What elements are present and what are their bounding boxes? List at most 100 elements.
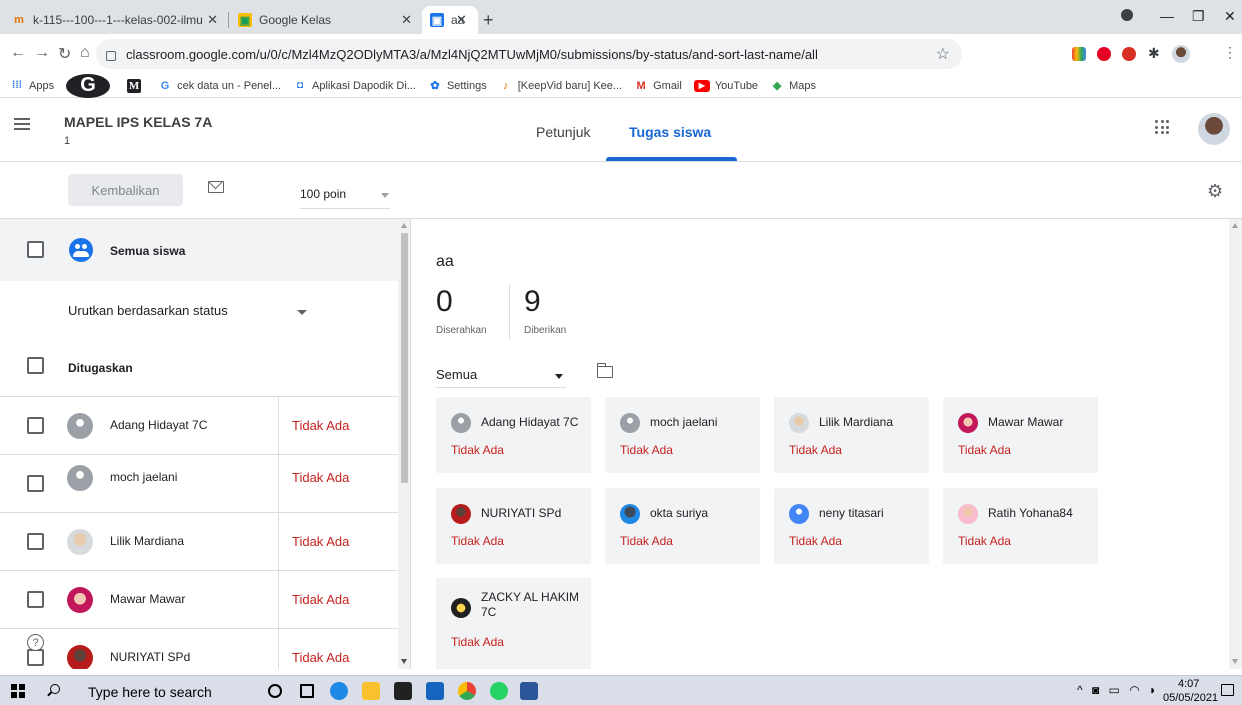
- extension-colors-icon[interactable]: [1072, 47, 1086, 61]
- class-title[interactable]: MAPEL IPS KELAS 7A: [64, 114, 212, 130]
- browser-tab-3[interactable]: ▣ aa: [422, 6, 478, 34]
- google-apps-icon[interactable]: [1155, 120, 1169, 134]
- extensions-puzzle-icon[interactable]: ✱: [1148, 45, 1162, 61]
- select-assigned-checkbox[interactable]: [27, 357, 44, 374]
- student-row[interactable]: moch jaelani Tidak Ada: [0, 454, 398, 513]
- forward-icon[interactable]: →: [34, 44, 50, 62]
- classroom-header: MAPEL IPS KELAS 7A 1 Petunjuk Tugas sisw…: [0, 98, 1242, 162]
- chrome-icon[interactable]: [458, 682, 476, 700]
- bookmark-gmail[interactable]: M Gmail: [634, 79, 682, 93]
- bookmark-settings[interactable]: ✿ Settings: [428, 79, 486, 93]
- student-card[interactable]: okta suriya Tidak Ada: [605, 488, 760, 564]
- student-row[interactable]: Lilik Mardiana Tidak Ada: [0, 512, 398, 571]
- student-checkbox[interactable]: [27, 591, 44, 608]
- student-card[interactable]: ZACKY AL HAKIM 7C Tidak Ada: [436, 578, 591, 669]
- chevron-down-icon[interactable]: [381, 193, 389, 198]
- tab-title: k-115---100---1---kelas-002-ilmu: [33, 13, 203, 27]
- address-bar[interactable]: classroom.google.com/u/0/c/Mzl4MzQ2ODlyM…: [96, 39, 962, 69]
- overview-scrollbar[interactable]: [1229, 219, 1242, 669]
- profile-dot-icon[interactable]: [1121, 9, 1133, 21]
- student-checkbox[interactable]: [27, 417, 44, 434]
- task-view-icon[interactable]: [300, 684, 314, 698]
- browser-tab-1[interactable]: m k-115---100---1---kelas-002-ilmu ✕: [4, 6, 226, 34]
- close-tab-icon[interactable]: ✕: [207, 12, 218, 28]
- bookmark-keepvid[interactable]: ♪ [KeepVid baru] Kee...: [499, 79, 622, 93]
- new-tab-button[interactable]: +: [483, 10, 494, 31]
- notification-icon[interactable]: [1221, 684, 1234, 696]
- edge-icon[interactable]: [330, 682, 348, 700]
- close-tab-icon[interactable]: ✕: [401, 12, 412, 28]
- bookmark-star-icon[interactable]: ☆: [936, 44, 950, 64]
- filter-select[interactable]: Semua: [436, 367, 477, 382]
- extension-red-icon[interactable]: [1122, 47, 1136, 61]
- points-select[interactable]: 100 poin: [300, 187, 346, 201]
- class-section: 1: [64, 135, 71, 147]
- student-avatar: [67, 529, 93, 555]
- student-row[interactable]: Adang Hidayat 7C Tidak Ada: [0, 396, 398, 455]
- whatsapp-icon[interactable]: [490, 682, 508, 700]
- scroll-up-icon[interactable]: [401, 223, 407, 228]
- scroll-down-icon[interactable]: [401, 659, 407, 664]
- cortana-icon[interactable]: [268, 684, 282, 698]
- select-all-checkbox[interactable]: [27, 241, 44, 258]
- student-card[interactable]: moch jaelani Tidak Ada: [605, 397, 760, 473]
- scroll-up-icon[interactable]: [1232, 223, 1238, 228]
- account-avatar[interactable]: [1198, 113, 1230, 145]
- bookmark-cek-data[interactable]: G cek data un - Penel...: [158, 79, 281, 93]
- store-icon[interactable]: [394, 682, 412, 700]
- student-card[interactable]: Lilik Mardiana Tidak Ada: [774, 397, 929, 473]
- bookmark-youtube[interactable]: ▶ YouTube: [693, 79, 758, 92]
- student-checkbox[interactable]: [27, 533, 44, 550]
- google-icon: G: [160, 79, 170, 92]
- return-button[interactable]: Kembalikan: [68, 174, 183, 206]
- help-icon[interactable]: ?: [27, 634, 44, 651]
- scroll-thumb[interactable]: [401, 233, 408, 483]
- chevron-down-icon[interactable]: [297, 310, 307, 315]
- email-icon[interactable]: [208, 181, 224, 193]
- restore-icon[interactable]: ❐: [1192, 8, 1205, 25]
- back-icon[interactable]: ←: [10, 44, 26, 62]
- chevron-down-icon[interactable]: [555, 374, 563, 379]
- word-icon[interactable]: [520, 682, 538, 700]
- bookmark-apps[interactable]: ⁞⁞⁞ Apps: [10, 79, 54, 93]
- clock-time[interactable]: 4:07: [1178, 678, 1199, 690]
- browser-tab-2[interactable]: ▣ Google Kelas ✕: [230, 6, 420, 34]
- taskbar-search[interactable]: Type here to search: [40, 676, 240, 705]
- student-list-scrollbar[interactable]: [398, 219, 410, 669]
- sort-select[interactable]: Urutkan berdasarkan status: [68, 303, 228, 318]
- scroll-down-icon[interactable]: [1232, 659, 1238, 664]
- minimize-icon[interactable]: —: [1160, 8, 1174, 24]
- bookmark-dapodik[interactable]: ◘ Aplikasi Dapodik Di...: [293, 79, 416, 93]
- system-tray-icons[interactable]: ^ ◙ ▭ ◠ ◗: [1077, 683, 1159, 697]
- folder-icon[interactable]: [596, 363, 613, 378]
- student-card[interactable]: neny titasari Tidak Ada: [774, 488, 929, 564]
- chrome-menu-icon[interactable]: ⋮: [1223, 44, 1237, 61]
- mail-app-icon[interactable]: [426, 682, 444, 700]
- student-checkbox[interactable]: [27, 475, 44, 492]
- student-card[interactable]: Mawar Mawar Tidak Ada: [943, 397, 1098, 473]
- home-icon[interactable]: ⌂: [80, 44, 90, 62]
- pinterest-icon[interactable]: [1097, 47, 1111, 61]
- clock-date[interactable]: 05/05/2021: [1163, 692, 1218, 704]
- bookmark-maps[interactable]: ◆ Maps: [770, 79, 816, 93]
- bookmark-m[interactable]: M: [127, 78, 146, 93]
- tab-tugas-siswa[interactable]: Tugas siswa: [629, 124, 711, 140]
- close-tab-icon[interactable]: ✕: [456, 12, 467, 28]
- all-students-row[interactable]: Semua siswa: [0, 219, 398, 281]
- windows-start-icon[interactable]: [11, 684, 25, 698]
- student-card[interactable]: NURIYATI SPd Tidak Ada: [436, 488, 591, 564]
- settings-gear-icon[interactable]: ⚙: [1207, 181, 1223, 202]
- file-explorer-icon[interactable]: [362, 682, 380, 700]
- student-checkbox[interactable]: [27, 649, 44, 666]
- main-menu-icon[interactable]: [14, 118, 30, 130]
- student-row[interactable]: Mawar Mawar Tidak Ada: [0, 570, 398, 629]
- profile-avatar-icon[interactable]: [1172, 45, 1190, 63]
- close-window-icon[interactable]: ✕: [1224, 8, 1236, 25]
- student-card[interactable]: Ratih Yohana84 Tidak Ada: [943, 488, 1098, 564]
- tab-petunjuk[interactable]: Petunjuk: [536, 124, 590, 140]
- reload-icon[interactable]: ↻: [58, 44, 71, 64]
- student-list: Semua siswa Urutkan berdasarkan status D…: [0, 219, 411, 669]
- bookmark-g[interactable]: G: [66, 73, 115, 98]
- student-row[interactable]: NURIYATI SPd Tidak Ada: [0, 628, 398, 669]
- student-card[interactable]: Adang Hidayat 7C Tidak Ada: [436, 397, 591, 473]
